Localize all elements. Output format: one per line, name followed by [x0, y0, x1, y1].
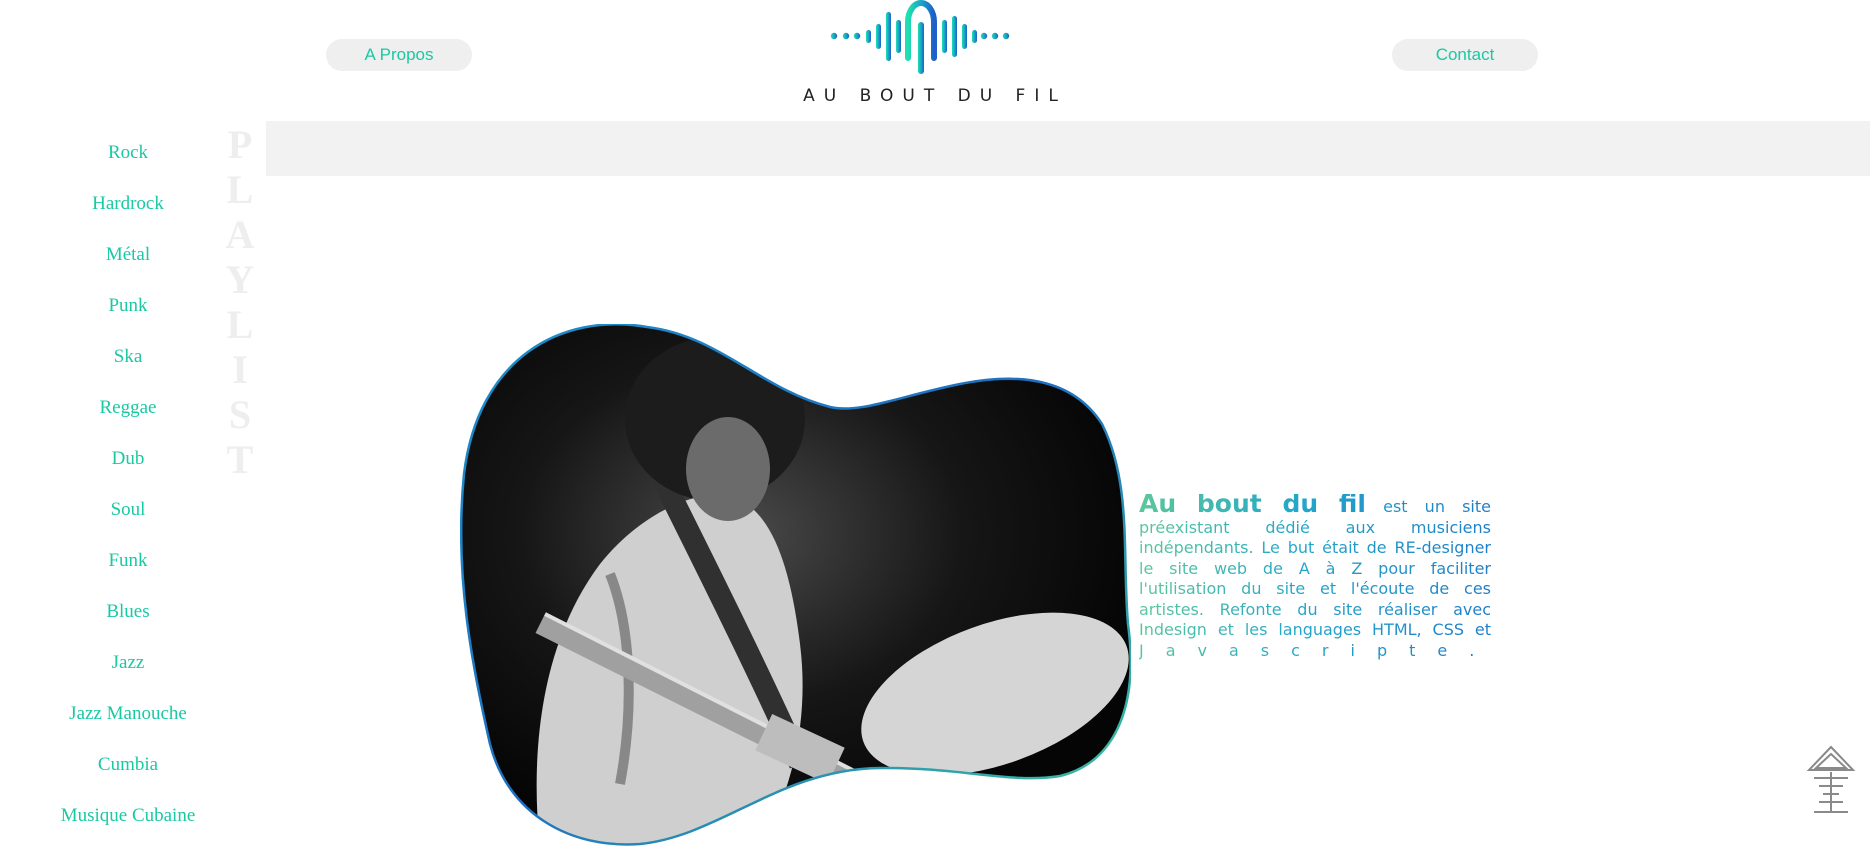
playlist-letter: L [226, 167, 254, 212]
playlist-letter: Y [225, 257, 255, 302]
sidebar-item-blues[interactable]: Blues [0, 601, 256, 623]
sidebar-item-musique-cubaine[interactable]: Musique Cubaine [0, 805, 256, 827]
sidebar-item-ska[interactable]: Ska [0, 346, 256, 368]
contact-button[interactable]: Contact [1392, 39, 1538, 71]
brand-name: Au bout du fil [1139, 489, 1366, 518]
sidebar-item-punk[interactable]: Punk [0, 295, 256, 317]
logo-text: AU BOUT DU FIL [803, 86, 1067, 106]
sidebar-item-hardrock[interactable]: Hardrock [0, 193, 256, 215]
sidebar-item-rock[interactable]: Rock [0, 142, 256, 164]
top-banner [266, 121, 1870, 176]
description-last-word: Javascripte. [1139, 640, 1497, 660]
sidebar-item-dub[interactable]: Dub [0, 448, 256, 470]
sidebar-item-jazz[interactable]: Jazz [0, 652, 256, 674]
playlist-letter: L [226, 302, 254, 347]
site-description: Au bout du fil est un site préexistant d… [1139, 494, 1491, 661]
playlist-letter: P [227, 122, 253, 167]
arrow-up-icon[interactable] [1806, 745, 1856, 817]
guitarist-photo [460, 324, 1131, 846]
playlist-letter: T [226, 437, 254, 482]
sidebar-item-metal[interactable]: Métal [0, 244, 256, 266]
sidebar-item-reggae[interactable]: Reggae [0, 397, 256, 419]
sidebar-item-cumbia[interactable]: Cumbia [0, 754, 256, 776]
playlist-vertical-title: P L A Y L I S T [224, 122, 256, 482]
about-button[interactable]: A Propos [326, 39, 472, 71]
playlist-letter: A [225, 212, 255, 257]
playlist-letter: S [228, 392, 252, 437]
sidebar-item-soul[interactable]: Soul [0, 499, 256, 521]
playlist-letter: I [232, 347, 248, 392]
sidebar-item-jazz-manouche[interactable]: Jazz Manouche [0, 703, 256, 725]
sidebar-item-funk[interactable]: Funk [0, 550, 256, 572]
description-text: est un site préexistant dédié aux musici… [1139, 497, 1491, 639]
